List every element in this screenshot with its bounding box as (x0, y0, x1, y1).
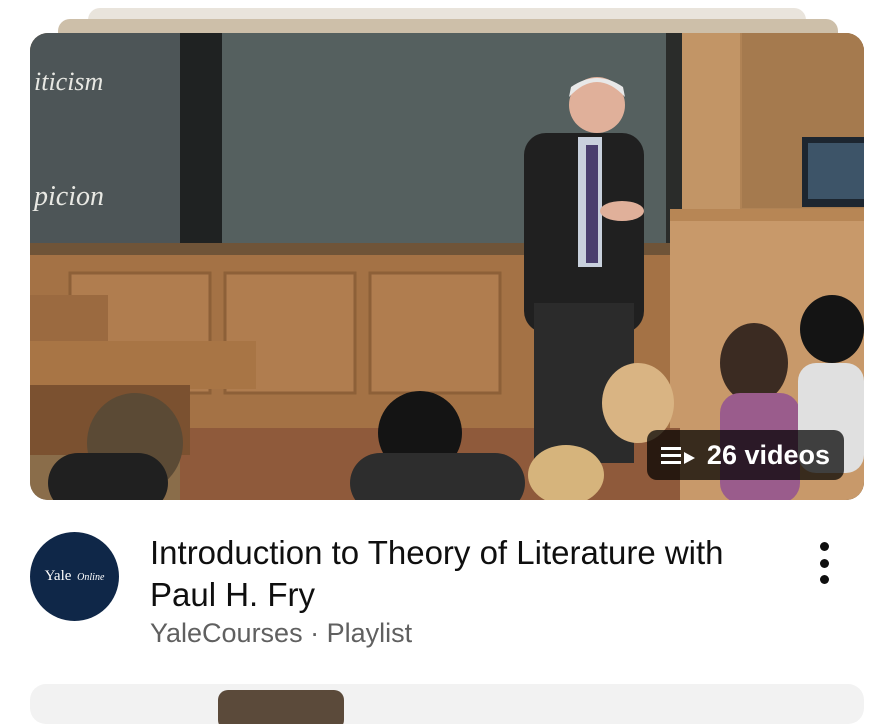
avatar-suffix: Online (77, 572, 105, 583)
next-playlist-card[interactable] (30, 684, 864, 724)
channel-avatar[interactable]: Yale Online (30, 532, 119, 621)
chalk-text-1: iticism (34, 67, 103, 96)
more-options-button[interactable] (806, 538, 842, 588)
more-vert-icon (819, 542, 829, 551)
video-count-badge: 26 videos (646, 430, 844, 480)
playlist-thumbnail[interactable]: iticism picion 26 videos (30, 33, 864, 500)
video-count-label: 26 videos (706, 439, 830, 470)
meta-separator: · (310, 618, 320, 648)
channel-avatar-text: Yale Online (45, 568, 105, 585)
next-playlist-thumbnail (218, 690, 344, 724)
playlist-title[interactable]: Introduction to Theory of Literature wit… (150, 532, 790, 616)
playlist-type: Playlist (326, 618, 413, 648)
avatar-name: Yale (44, 568, 72, 584)
channel-name[interactable]: YaleCourses (150, 618, 303, 648)
playlist-play-icon (660, 447, 695, 464)
playlist-meta: YaleCourses · Playlist (150, 618, 412, 649)
chalk-text-2: picion (32, 181, 104, 212)
